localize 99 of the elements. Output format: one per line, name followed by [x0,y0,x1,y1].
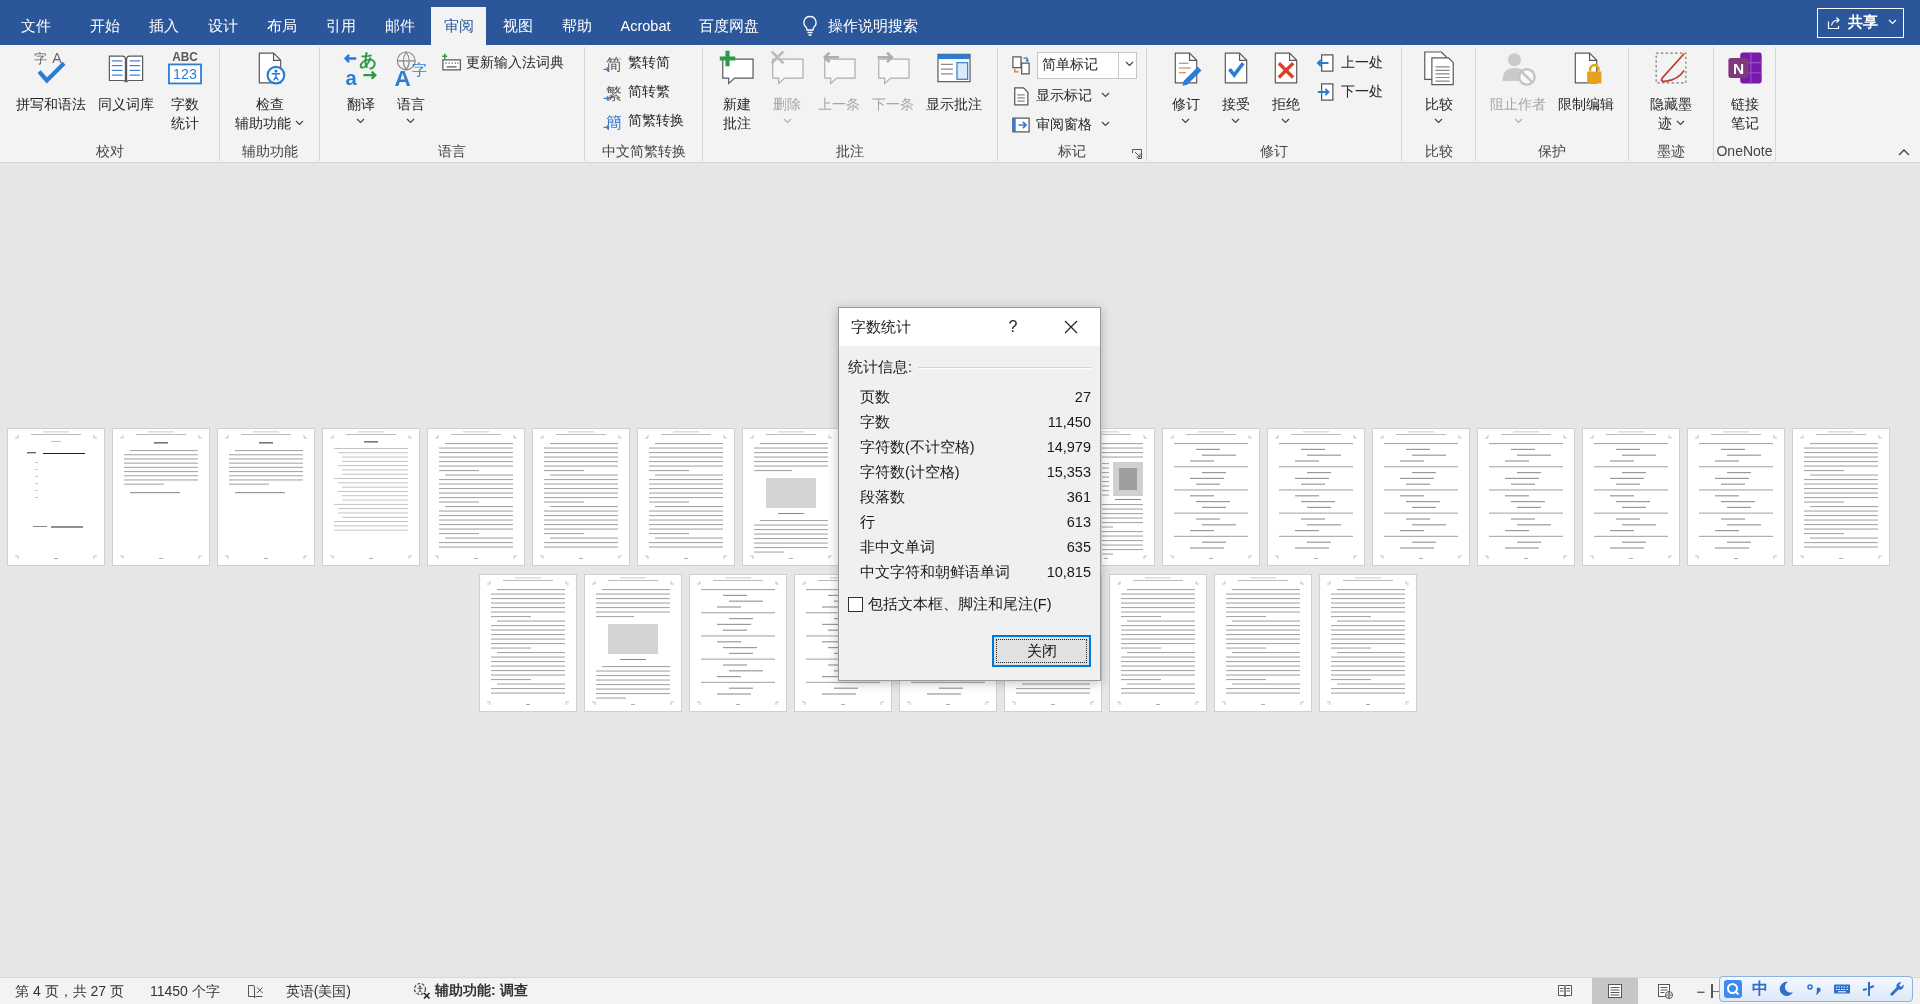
language-text[interactable]: 英语(美国) [285,982,352,1000]
ime-mode-button[interactable]: 中 [1751,978,1768,1000]
stat-value: 27 [1074,387,1091,407]
caret-icon [1124,61,1134,67]
stat-label: 中文字符和朝鲜语单词 [860,562,1010,582]
open-book-icon [1557,983,1573,999]
ribbon-tab[interactable]: 视图 [490,7,545,45]
group-label: 墨迹 [1657,142,1685,160]
group-label: 批注 [836,142,864,160]
dialog-title: 字数统计 [851,317,911,337]
comment-plus-icon [718,49,756,87]
checkbox-label[interactable]: 包括文本框、脚注和尾注(F) [868,594,1052,614]
spelling-grammar-button[interactable]: 字 A 拼写和语法 [11,47,90,114]
linked-notes-button[interactable]: N 链接 笔记 [1721,47,1768,133]
stat-value: 10,815 [1046,562,1091,582]
accessibility-icon [413,982,432,1000]
stat-label: 页数 [860,387,890,407]
group-label: 语言 [438,142,466,160]
markup-dropdown[interactable]: 简单标记 [1036,51,1137,79]
next-change-button[interactable]: 下一处 [1312,80,1386,104]
help-button[interactable]: ? [998,312,1028,342]
tell-me-search[interactable]: 操作说明搜索 [802,7,918,45]
chevron-up-icon[interactable] [1898,149,1910,156]
document-left-arrow-icon [1315,53,1336,73]
ribbon-tab[interactable]: 文件 [8,7,64,45]
ribbon-tab[interactable]: 邮件 [372,7,427,45]
stat-label: 行 [860,512,875,532]
show-markup-button[interactable]: 显示标记 [1007,84,1137,108]
group-label: OneNote [1716,142,1773,160]
check-accessibility-button[interactable]: 检查 辅助功能 [231,47,308,133]
update-ime-dictionary-button[interactable]: 更新输入法词典 [437,51,567,75]
reviewing-pane-button[interactable]: 审阅窗格 [1007,113,1137,137]
thesaurus-button[interactable]: 同义词库 [93,47,158,114]
stat-label: 字数 [860,412,890,432]
stat-value: 11,450 [1047,412,1091,432]
to-traditional-button[interactable]: 繁 简转繁 [600,80,687,104]
book-x-icon[interactable] [246,983,264,999]
track-changes-button[interactable]: 修订 [1162,47,1209,124]
accessibility-status-button[interactable]: 辅助功能: 调查 [413,982,528,1000]
stat-label: 非中文单词 [860,537,935,557]
stat-label: 段落数 [860,487,905,507]
comment-x-icon [768,49,806,87]
word-count-text[interactable]: 11450 个字 [149,982,220,1000]
new-comment-button[interactable]: 新建 批注 [714,47,760,133]
stat-label: 字符数(不计空格) [860,437,975,457]
lightbulb-icon [802,15,818,37]
group-label: 比较 [1424,142,1453,160]
ribbon-tab[interactable]: 开始 [77,7,132,45]
group-label: 校对 [95,142,124,160]
stat-value: 15,353 [1046,462,1091,482]
reject-button[interactable]: 拒绝 [1262,47,1309,124]
to-simplified-button[interactable]: 简 繁转简 [600,51,687,75]
share-button[interactable]: 共享 [1817,7,1904,38]
close-dialog-button[interactable]: 关闭 [992,635,1091,667]
dialog-launcher-icon[interactable] [1132,149,1142,159]
ribbon-tab[interactable]: 帮助 [549,7,604,45]
previous-change-button[interactable]: 上一处 [1312,51,1386,75]
stat-value: 361 [1066,487,1091,507]
markup-icon [1010,55,1031,75]
ribbon-tab[interactable]: 引用 [313,7,368,45]
ribbon-tab[interactable]: 布局 [254,7,309,45]
print-layout-button[interactable] [1592,978,1638,1004]
zoom-out-button[interactable]: − [1695,982,1707,1000]
document-right-arrow-icon [1315,82,1336,102]
share-icon [1826,14,1842,31]
close-icon [1064,320,1078,334]
compare-button[interactable]: 比较 [1415,47,1462,124]
web-page-icon [1657,983,1673,999]
ribbon-tab[interactable]: 审阅 [431,7,486,45]
checkbox[interactable] [848,596,863,612]
stat-value: 613 [1066,512,1091,532]
group-label: 标记 [1058,142,1086,160]
word-count-button[interactable]: ABC 123 字数 统计 [161,47,208,133]
comment-left-arrow-icon [820,49,858,87]
moon-icon[interactable] [1777,980,1796,998]
restrict-editing-button[interactable]: 限制编辑 [1554,47,1618,114]
page-lines-icon [1607,983,1623,999]
ribbon-tab[interactable]: Acrobat [608,7,683,45]
page-count-text[interactable]: 第 4 页，共 27 页 [15,982,124,1000]
ribbon-tab[interactable]: 百度网盘 [687,7,772,45]
translate-button[interactable]: あ a 翻译 [337,47,384,124]
ribbon-tab[interactable]: 插入 [136,7,191,45]
stat-value: 635 [1066,537,1091,557]
group-label: 辅助功能 [241,142,298,160]
review-pane-icon [1010,115,1031,135]
show-comments-button[interactable]: 显示批注 [922,47,986,114]
section-label: 统计信息: [848,358,913,377]
caret-icon [1888,18,1897,25]
accept-button[interactable]: 接受 [1212,47,1259,124]
keyboard-icon [440,53,461,73]
q-logo-icon[interactable] [1724,980,1742,998]
hide-ink-button[interactable]: 隐藏墨 迹 [1646,47,1696,133]
convert-chinese-button[interactable]: 簡 简繁转换 [600,109,687,133]
ribbon-tab[interactable]: 设计 [195,7,250,45]
group-label: 中文简繁转换 [601,142,686,160]
group-label: 保护 [1538,142,1566,160]
group-label: 修订 [1260,142,1288,160]
stat-label: 字符数(计空格) [860,462,960,482]
stat-value: 14,979 [1046,437,1091,457]
